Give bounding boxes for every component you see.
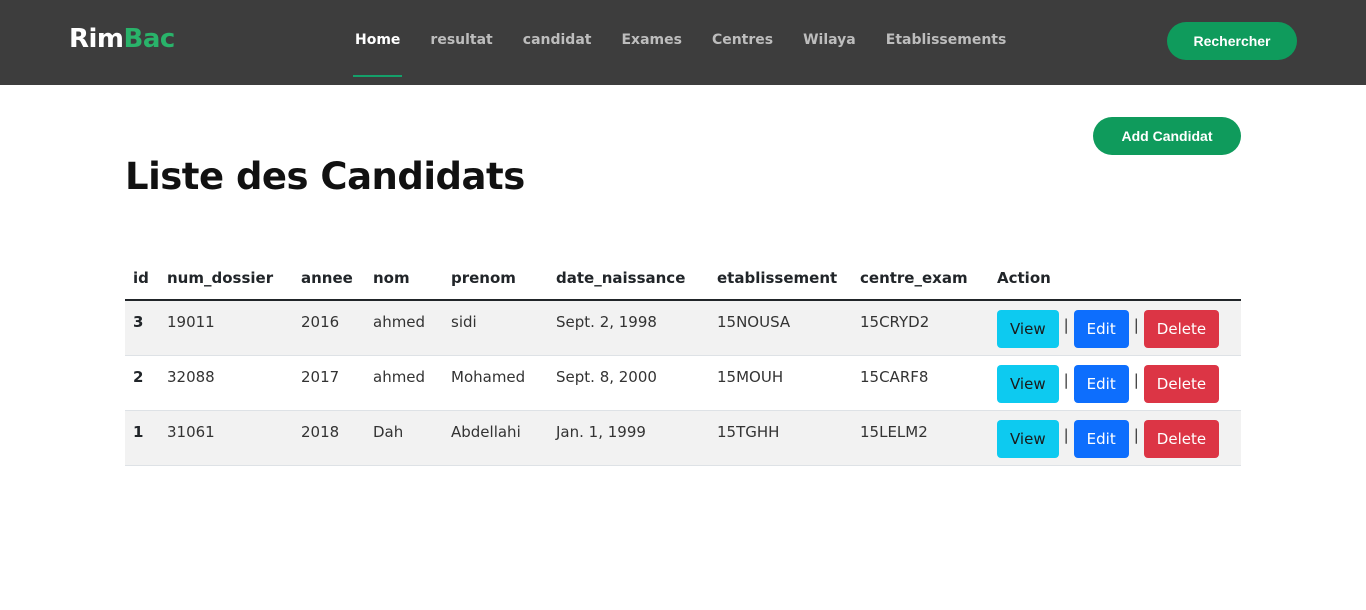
cell-prenom: Abdellahi: [443, 410, 548, 466]
column-header-annee: annee: [293, 256, 365, 301]
column-header-action: Action: [989, 256, 1241, 301]
search-button[interactable]: Rechercher: [1167, 22, 1297, 60]
column-header-date-naissance: date_naissance: [548, 256, 709, 301]
cell-prenom: Mohamed: [443, 355, 548, 411]
view-button[interactable]: View: [997, 310, 1059, 348]
table-header-row: id num_dossier annee nom prenom date_nai…: [125, 256, 1241, 301]
cell-date-naissance: Jan. 1, 1999: [548, 410, 709, 466]
nav-item-centres[interactable]: Centres: [697, 0, 788, 85]
cell-actions: View | Edit | Delete: [989, 355, 1241, 411]
cell-nom: Dah: [365, 410, 443, 466]
column-header-prenom: prenom: [443, 256, 548, 301]
brand-text-bac: Bac: [123, 24, 176, 54]
action-separator: |: [1133, 316, 1139, 334]
cell-etablissement: 15MOUH: [709, 355, 852, 411]
brand-text-rim: Rim: [69, 24, 124, 54]
main-nav: Home resultat candidat Exames Centres Wi…: [340, 0, 1021, 85]
cell-nom: ahmed: [365, 355, 443, 411]
delete-button[interactable]: Delete: [1143, 364, 1220, 403]
cell-date-naissance: Sept. 8, 2000: [548, 355, 709, 411]
column-header-nom: nom: [365, 256, 443, 301]
cell-num-dossier: 32088: [159, 355, 293, 411]
cell-actions: View | Edit | Delete: [989, 410, 1241, 466]
cell-num-dossier: 31061: [159, 410, 293, 466]
brand-logo[interactable]: RimBac: [69, 24, 175, 54]
delete-button[interactable]: Delete: [1143, 419, 1220, 458]
cell-centre-exam: 15CRYD2: [852, 300, 989, 356]
cell-annee: 2016: [293, 300, 365, 356]
nav-item-resultat[interactable]: resultat: [415, 0, 507, 85]
cell-annee: 2018: [293, 410, 365, 466]
column-header-centre-exam: centre_exam: [852, 256, 989, 301]
table-row: 3 19011 2016 ahmed sidi Sept. 2, 1998 15…: [125, 300, 1241, 356]
nav-item-wilaya[interactable]: Wilaya: [788, 0, 871, 85]
cell-actions: View | Edit | Delete: [989, 300, 1241, 356]
action-separator: |: [1063, 425, 1069, 444]
column-header-id: id: [125, 256, 159, 301]
table-row: 1 31061 2018 Dah Abdellahi Jan. 1, 1999 …: [125, 410, 1241, 466]
table-header: id num_dossier annee nom prenom date_nai…: [125, 256, 1241, 301]
candidates-table: id num_dossier annee nom prenom date_nai…: [125, 256, 1241, 466]
edit-button[interactable]: Edit: [1073, 419, 1129, 458]
cell-date-naissance: Sept. 2, 1998: [548, 300, 709, 356]
cell-prenom: sidi: [443, 300, 548, 356]
cell-centre-exam: 15CARF8: [852, 355, 989, 411]
column-header-etablissement: etablissement: [709, 256, 852, 301]
action-separator: |: [1063, 370, 1069, 389]
table-body: 3 19011 2016 ahmed sidi Sept. 2, 1998 15…: [125, 300, 1241, 466]
table-row: 2 32088 2017 ahmed Mohamed Sept. 8, 2000…: [125, 355, 1241, 411]
page-title: Liste des Candidats: [125, 155, 525, 198]
navbar: RimBac Home resultat candidat Exames Cen…: [0, 0, 1366, 85]
view-button[interactable]: View: [997, 364, 1059, 403]
nav-item-home[interactable]: Home: [340, 0, 415, 85]
delete-button[interactable]: Delete: [1143, 310, 1220, 348]
cell-id: 2: [125, 355, 159, 411]
cell-etablissement: 15NOUSA: [709, 300, 852, 356]
nav-item-etablissements[interactable]: Etablissements: [871, 0, 1022, 85]
nav-item-candidat[interactable]: candidat: [508, 0, 607, 85]
cell-annee: 2017: [293, 355, 365, 411]
view-button[interactable]: View: [997, 419, 1059, 458]
nav-item-exames[interactable]: Exames: [606, 0, 696, 85]
action-separator: |: [1063, 316, 1069, 334]
action-separator: |: [1133, 370, 1139, 389]
cell-etablissement: 15TGHH: [709, 410, 852, 466]
cell-num-dossier: 19011: [159, 300, 293, 356]
edit-button[interactable]: Edit: [1073, 364, 1129, 403]
action-separator: |: [1133, 425, 1139, 444]
cell-nom: ahmed: [365, 300, 443, 356]
cell-centre-exam: 15LELM2: [852, 410, 989, 466]
cell-id: 3: [125, 300, 159, 356]
add-candidat-button[interactable]: Add Candidat: [1093, 117, 1241, 155]
cell-id: 1: [125, 410, 159, 466]
edit-button[interactable]: Edit: [1073, 310, 1129, 348]
column-header-num-dossier: num_dossier: [159, 256, 293, 301]
